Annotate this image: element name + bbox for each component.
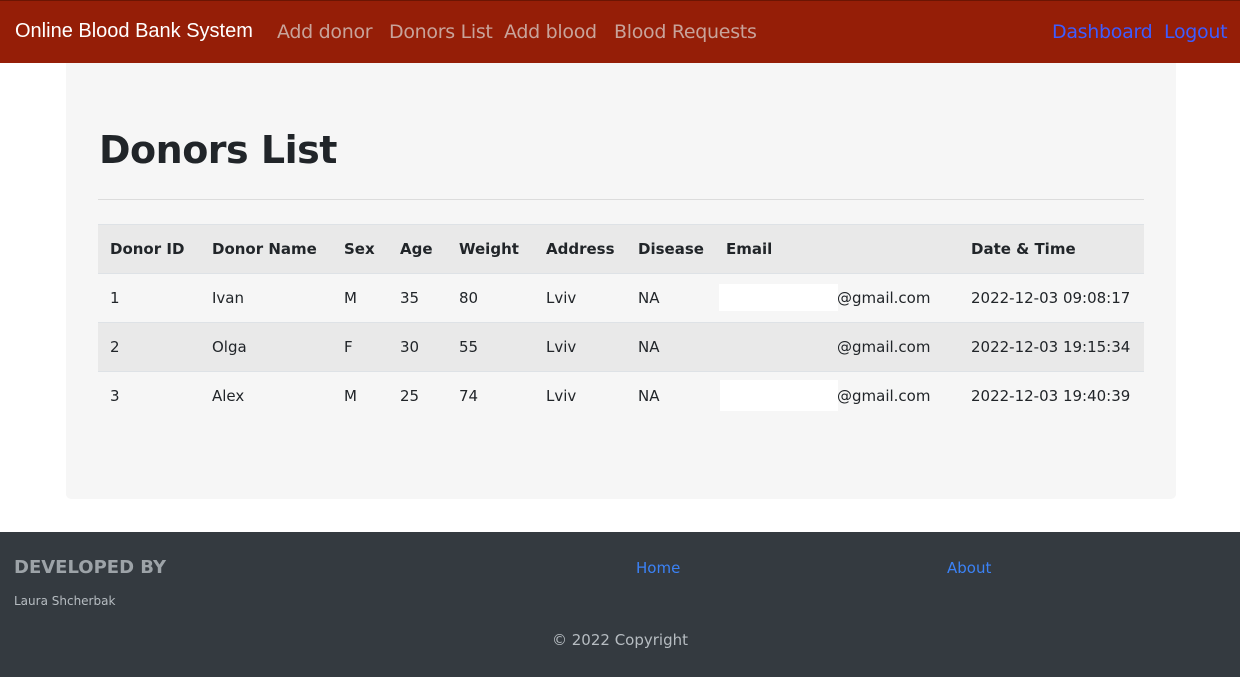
- th-date-time: Date & Time: [971, 240, 1076, 258]
- navbar: Online Blood Bank System Add donor Donor…: [0, 0, 1240, 63]
- redaction-box: [720, 380, 838, 411]
- cell-donor-name: Olga: [212, 338, 247, 356]
- title-divider: [98, 199, 1144, 200]
- nav-donors-list[interactable]: Donors List: [389, 21, 493, 43]
- cell-address: Lviv: [546, 338, 577, 356]
- footer: [0, 532, 1240, 677]
- cell-address: Lviv: [546, 289, 577, 307]
- footer-about-link[interactable]: About: [947, 559, 991, 577]
- th-age: Age: [400, 240, 433, 258]
- cell-donor-name: Ivan: [212, 289, 244, 307]
- redaction-box: [719, 284, 838, 311]
- th-donor-id: Donor ID: [110, 240, 185, 258]
- table-header-row: Donor ID Donor Name Sex Age Weight Addre…: [98, 224, 1144, 273]
- cell-email: @gmail.com: [837, 387, 931, 405]
- cell-sex: F: [344, 338, 353, 356]
- cell-donor-name: Alex: [212, 387, 245, 405]
- cell-sex: M: [344, 289, 357, 307]
- nav-logout[interactable]: Logout: [1164, 21, 1228, 43]
- cell-age: 35: [400, 289, 420, 307]
- cell-age: 30: [400, 338, 420, 356]
- cell-donor-id: 2: [110, 338, 120, 356]
- th-weight: Weight: [459, 240, 519, 258]
- cell-disease: NA: [638, 289, 660, 307]
- table-row: 3 Alex M 25 74 Lviv NA @gmail.com 2022-1…: [98, 371, 1144, 420]
- cell-weight: 55: [459, 338, 479, 356]
- nav-add-blood[interactable]: Add blood: [504, 21, 597, 43]
- cell-weight: 80: [459, 289, 479, 307]
- cell-weight: 74: [459, 387, 479, 405]
- footer-home-link[interactable]: Home: [636, 559, 680, 577]
- nav-add-donor[interactable]: Add donor: [277, 21, 373, 43]
- cell-date-time: 2022-12-03 09:08:17: [971, 289, 1131, 307]
- nav-blood-requests[interactable]: Blood Requests: [614, 21, 757, 43]
- th-sex: Sex: [344, 240, 375, 258]
- th-disease: Disease: [638, 240, 704, 258]
- th-email: Email: [726, 240, 773, 258]
- cell-email: @gmail.com: [837, 338, 931, 356]
- copyright: © 2022 Copyright: [551, 631, 688, 649]
- cell-date-time: 2022-12-03 19:40:39: [971, 387, 1131, 405]
- page-title: Donors List: [99, 128, 337, 172]
- table-row: 2 Olga F 30 55 Lviv NA @gmail.com 2022-1…: [98, 322, 1144, 371]
- developer-name: Laura Shcherbak: [14, 594, 116, 608]
- cell-donor-id: 3: [110, 387, 120, 405]
- cell-sex: M: [344, 387, 357, 405]
- cell-date-time: 2022-12-03 19:15:34: [971, 338, 1131, 356]
- brand-title[interactable]: Online Blood Bank System: [15, 20, 253, 43]
- cell-address: Lviv: [546, 387, 577, 405]
- cell-disease: NA: [638, 387, 660, 405]
- cell-disease: NA: [638, 338, 660, 356]
- th-address: Address: [546, 240, 615, 258]
- th-donor-name: Donor Name: [212, 240, 317, 258]
- cell-email: @gmail.com: [837, 289, 931, 307]
- developed-by-title: DEVELOPED BY: [14, 557, 167, 578]
- cell-donor-id: 1: [110, 289, 120, 307]
- table-row: 1 Ivan M 35 80 Lviv NA @gmail.com 2022-1…: [98, 273, 1144, 322]
- nav-dashboard[interactable]: Dashboard: [1052, 21, 1153, 43]
- cell-age: 25: [400, 387, 420, 405]
